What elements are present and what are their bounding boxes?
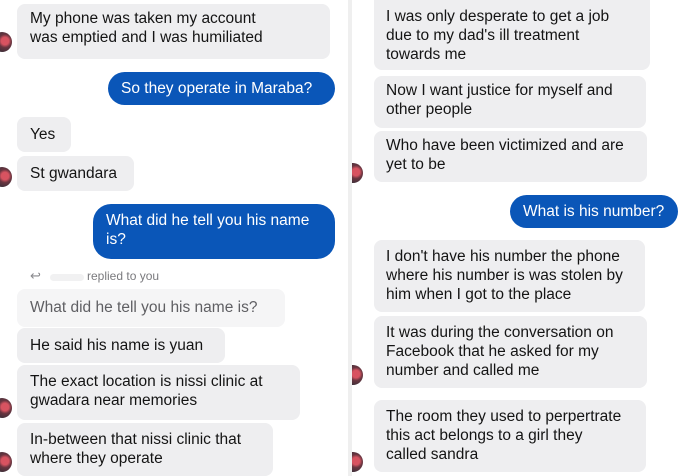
received-message[interactable]: Now I want justice for myself and other … bbox=[374, 76, 646, 128]
received-message[interactable]: St gwandara bbox=[17, 156, 134, 191]
received-message[interactable]: My phone was taken my account was emptie… bbox=[17, 4, 330, 59]
received-message[interactable]: Yes bbox=[17, 117, 71, 152]
received-message[interactable]: He said his name is yuan bbox=[17, 328, 225, 363]
received-message[interactable]: The room they used to perpertrate this a… bbox=[374, 400, 646, 472]
contact-avatar[interactable] bbox=[352, 163, 363, 183]
received-message[interactable]: I don't have his number the phone where … bbox=[374, 240, 645, 312]
contact-avatar[interactable] bbox=[0, 452, 12, 472]
contact-avatar[interactable] bbox=[0, 167, 12, 187]
redacted-name bbox=[50, 274, 84, 281]
quoted-message[interactable]: What did he tell you his name is? bbox=[17, 289, 285, 327]
sent-message[interactable]: What is his number? bbox=[510, 195, 678, 228]
sent-message[interactable]: So they operate in Maraba? bbox=[108, 72, 335, 105]
received-message[interactable]: I was only desperate to get a job due to… bbox=[374, 0, 650, 70]
contact-avatar[interactable] bbox=[0, 32, 12, 52]
contact-avatar[interactable] bbox=[352, 452, 363, 472]
contact-avatar[interactable] bbox=[0, 398, 12, 418]
received-message[interactable]: In-between that nissi clinic that where … bbox=[17, 423, 273, 476]
sent-message[interactable]: What did he tell you his name is? bbox=[93, 204, 335, 259]
reply-label: replied to you bbox=[87, 269, 160, 283]
received-message[interactable]: It was during the conversation on Facebo… bbox=[374, 316, 647, 388]
contact-avatar[interactable] bbox=[352, 365, 363, 385]
received-message[interactable]: The exact location is nissi clinic at gw… bbox=[17, 365, 300, 420]
left-chat-pane: My phone was taken my account was emptie… bbox=[0, 0, 348, 476]
received-message[interactable]: Who have been victimized and are yet to … bbox=[374, 131, 647, 182]
reply-arrow-icon: ↩ bbox=[30, 268, 41, 283]
right-chat-pane: I was only desperate to get a job due to… bbox=[352, 0, 700, 476]
